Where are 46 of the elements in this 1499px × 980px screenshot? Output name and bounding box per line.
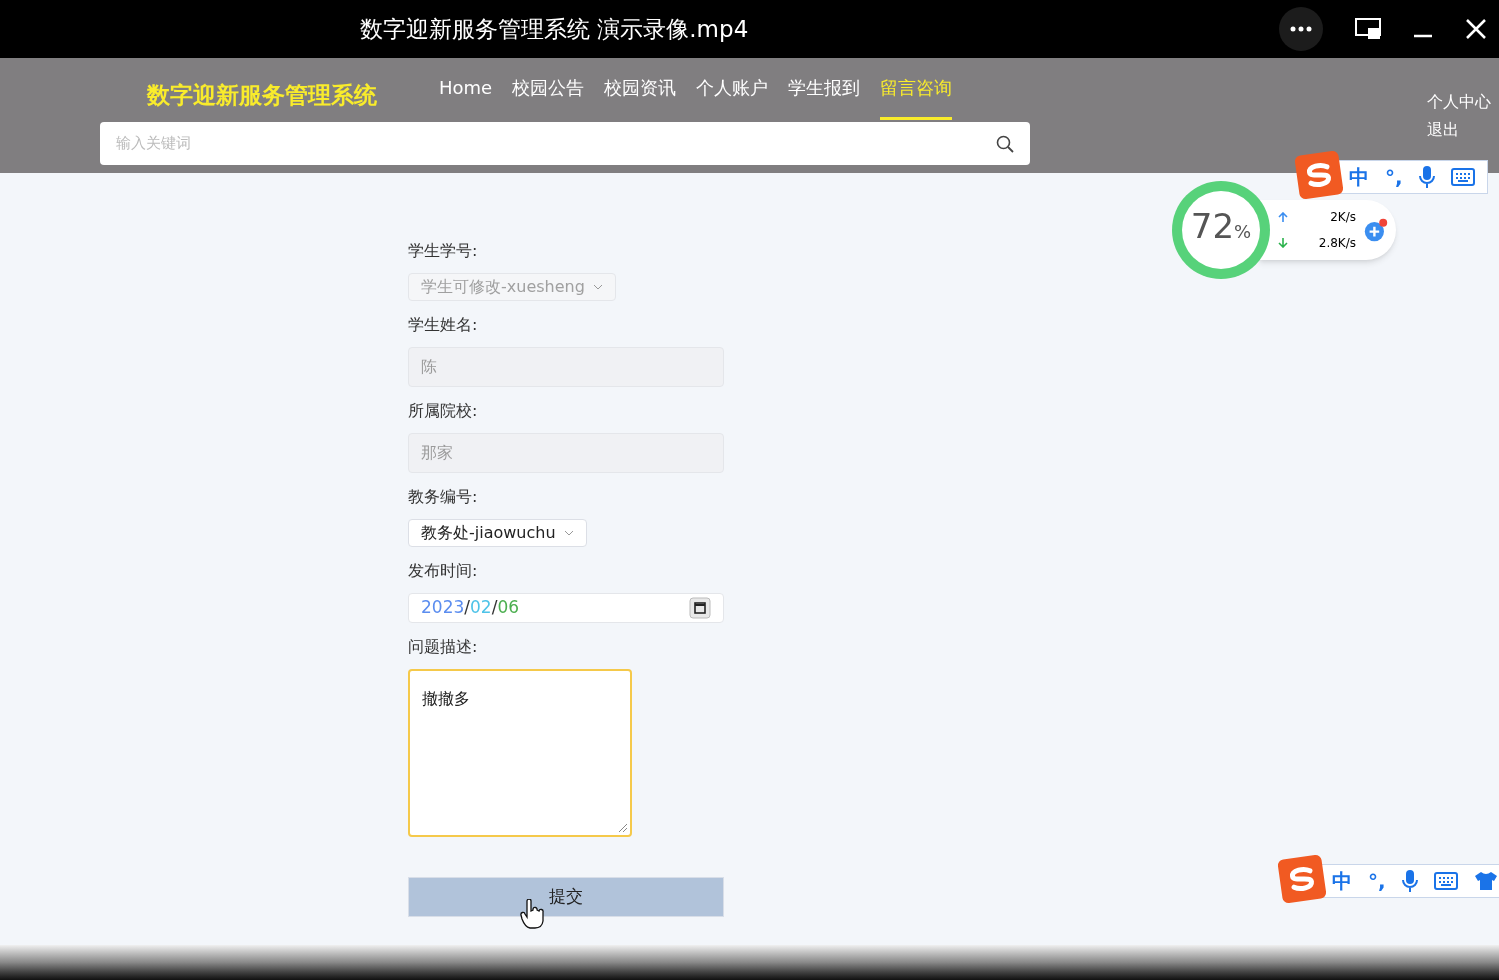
percent-value: 72	[1190, 209, 1235, 243]
download-arrow-icon	[1278, 238, 1288, 248]
chevron-down-icon	[592, 284, 603, 290]
picture-in-picture-icon[interactable]	[1355, 18, 1381, 40]
user-link[interactable]: 个人中心	[1427, 90, 1491, 114]
field-label: 所属院校:	[408, 400, 478, 422]
field-label: 发布时间:	[408, 560, 478, 582]
site-logo[interactable]: 数字迎新服务管理系统	[147, 77, 377, 112]
text-area[interactable]: 撤撤多	[408, 669, 632, 837]
submit-button[interactable]: 提交	[408, 877, 724, 917]
field-label: 学生姓名:	[408, 314, 478, 336]
search-icon[interactable]	[996, 134, 1014, 153]
resize-handle-icon[interactable]	[618, 823, 628, 833]
more-button[interactable]	[1279, 7, 1323, 51]
s-logo-icon[interactable]	[1294, 150, 1344, 200]
close-icon[interactable]	[1465, 18, 1487, 40]
dropdown[interactable]: 教务处-jiaowuchu	[408, 519, 587, 547]
nav-link[interactable]: 学生报到	[788, 74, 861, 120]
punctuation-toggle[interactable]: °,	[1368, 867, 1386, 895]
percent-unit: %	[1234, 223, 1252, 241]
field-label: 学生学号:	[408, 240, 478, 262]
upload-speed: 2K/s	[1329, 209, 1356, 226]
window-title: 数字迎新服务管理系统 演示录像.mp4	[360, 14, 749, 44]
keyboard-icon[interactable]	[1433, 872, 1458, 890]
hand-cursor-icon	[520, 899, 544, 929]
nav-link[interactable]: 校园公告	[512, 74, 585, 120]
punctuation-toggle[interactable]: °,	[1385, 163, 1403, 191]
keyboard-icon[interactable]	[1450, 168, 1475, 186]
field-label: 教务编号:	[408, 486, 478, 508]
shirt-icon[interactable]	[1473, 871, 1498, 891]
date-field[interactable]: 2023/02/06	[408, 593, 724, 623]
calendar-icon[interactable]	[689, 597, 711, 619]
user-link[interactable]: 退出	[1427, 118, 1491, 142]
microphone-icon[interactable]	[1418, 165, 1435, 189]
download-speed: 2.8K/s	[1317, 235, 1356, 252]
nav-link[interactable]: Home	[439, 74, 493, 120]
nav-link[interactable]: 个人账户	[696, 74, 769, 120]
microphone-icon[interactable]	[1401, 869, 1418, 893]
chinese-mode-toggle[interactable]: 中	[1332, 867, 1352, 895]
more-icon	[1290, 26, 1312, 32]
field-label: 问题描述:	[408, 636, 478, 658]
upload-arrow-icon	[1278, 212, 1288, 222]
s-logo-icon[interactable]	[1277, 854, 1327, 904]
chevron-down-icon	[563, 530, 574, 536]
nav-link[interactable]: 校园资讯	[604, 74, 677, 120]
chinese-mode-toggle[interactable]: 中	[1349, 163, 1369, 191]
